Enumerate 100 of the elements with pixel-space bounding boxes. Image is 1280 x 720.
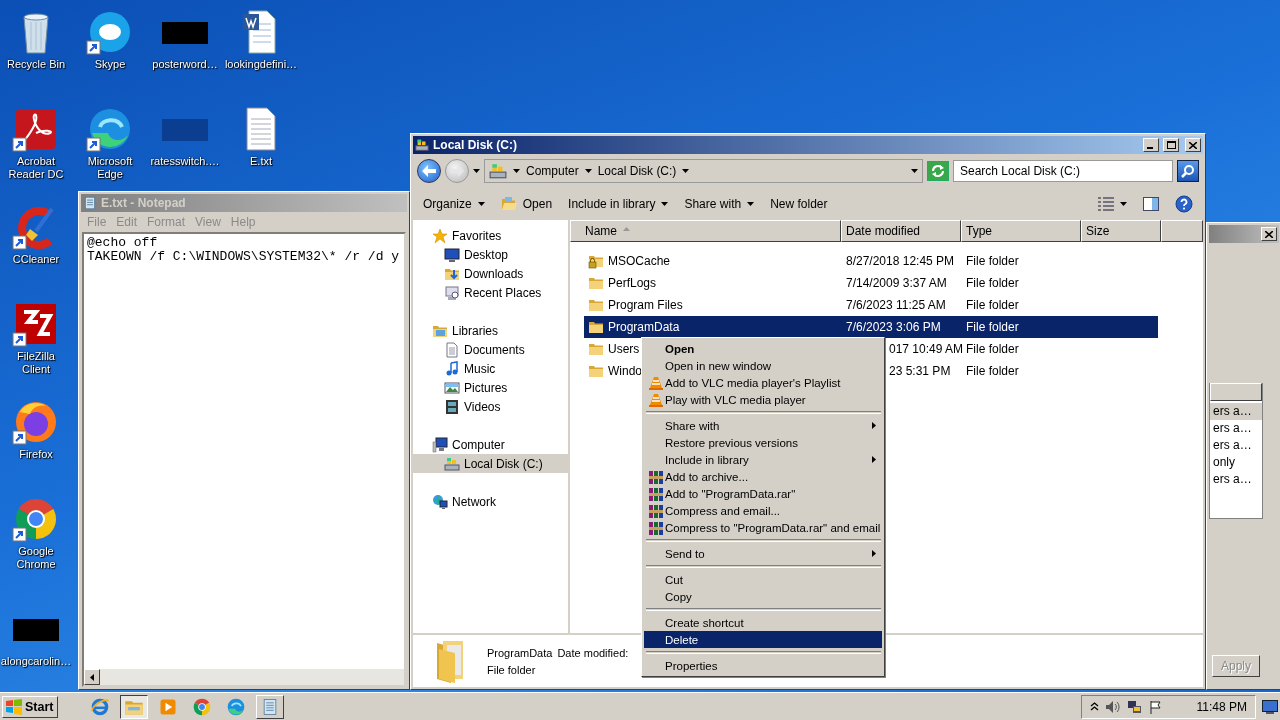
- network-icon[interactable]: [1126, 698, 1143, 715]
- menu-item[interactable]: Properties: [644, 657, 882, 674]
- list-item[interactable]: ers a…: [1210, 471, 1262, 488]
- menu-item[interactable]: Send to: [644, 545, 882, 562]
- toolbar-button[interactable]: Share with: [678, 194, 761, 214]
- list-item[interactable]: ers a…: [1210, 403, 1262, 420]
- file-name[interactable]: Users: [608, 342, 640, 356]
- breadcrumb[interactable]: Local Disk (C:): [597, 164, 677, 178]
- menu-item[interactable]: Share with: [644, 417, 882, 434]
- breadcrumb[interactable]: Computer: [526, 164, 579, 178]
- toolbar-button[interactable]: Open: [494, 193, 559, 215]
- minimize-button[interactable]: [1143, 138, 1159, 152]
- nav-item[interactable]: Desktop: [413, 245, 568, 264]
- icon-label[interactable]: Google Chrome: [4, 545, 68, 571]
- horizontal-scrollbar[interactable]: [84, 669, 404, 685]
- menu-item[interactable]: Compress to "ProgramData.rar" and email: [644, 519, 882, 536]
- column-header[interactable]: Name: [570, 220, 841, 242]
- menu-item[interactable]: Copy: [644, 588, 882, 605]
- icon-label[interactable]: Recycle Bin: [6, 58, 66, 71]
- nav-item[interactable]: Recent Places: [413, 283, 568, 302]
- show-desktop-icon[interactable]: [1262, 699, 1278, 714]
- list-header[interactable]: [1210, 383, 1262, 401]
- file-type: File folder: [966, 276, 1019, 290]
- nav-item[interactable]: Network: [413, 492, 568, 511]
- icon-label[interactable]: posterword…: [152, 58, 218, 71]
- notepad-icon: [83, 196, 97, 210]
- detail-label: Date modified:: [557, 646, 629, 659]
- toolbar-button[interactable]: New folder: [764, 194, 834, 214]
- menu-item[interactable]: Restore previous versions: [644, 434, 882, 451]
- nav-item[interactable]: Videos: [413, 397, 568, 416]
- nav-item[interactable]: Libraries: [413, 321, 568, 340]
- file-name[interactable]: PerfLogs: [608, 276, 657, 290]
- file-name[interactable]: MSOCache: [608, 254, 671, 268]
- folder-icon: [588, 341, 604, 357]
- icon-label[interactable]: alongcarolin…: [0, 655, 72, 668]
- text-line: TAKEOWN /f C:\WINDOWS\SYSTEM32\* /r /d y: [86, 250, 401, 264]
- icon-label[interactable]: FileZilla Client: [4, 350, 68, 376]
- address-bar[interactable]: Computer Local Disk (C:): [484, 159, 923, 183]
- icon-label[interactable]: Firefox: [19, 448, 53, 461]
- menu-item[interactable]: Compress and email...: [644, 502, 882, 519]
- list-item[interactable]: only: [1210, 454, 1262, 471]
- icon-label[interactable]: ratesswitch.…: [150, 155, 220, 168]
- text-area[interactable]: @echo off TAKEOWN /f C:\WINDOWS\SYSTEM32\* /r /d y: [82, 232, 406, 687]
- menu-item[interactable]: Cut: [644, 571, 882, 588]
- search-button[interactable]: [1177, 160, 1199, 182]
- nav-item[interactable]: Pictures: [413, 378, 568, 397]
- icon-label[interactable]: CCleaner: [12, 253, 60, 266]
- nav-item[interactable]: Computer: [413, 435, 568, 454]
- start-button[interactable]: Start: [2, 695, 59, 718]
- list-box[interactable]: ers a… ers a… ers a… only ers a…: [1209, 383, 1263, 519]
- file-name[interactable]: Program Files: [608, 298, 683, 312]
- column-header[interactable]: Date modified: [841, 220, 961, 242]
- menu-item[interactable]: Open in new window: [644, 357, 882, 374]
- icon-label[interactable]: Skype: [94, 58, 126, 71]
- date-modified: 23 5:31 PM: [889, 364, 951, 378]
- refresh-button[interactable]: [927, 161, 949, 181]
- icon-label[interactable]: Microsoft Edge: [78, 155, 142, 181]
- icon-label[interactable]: lookingdefini…: [224, 58, 298, 71]
- network-icon: [432, 493, 448, 510]
- locked-folder-icon: [588, 253, 604, 269]
- list-item[interactable]: ers a…: [1210, 420, 1262, 437]
- menu-item[interactable]: Add to archive...: [644, 468, 882, 485]
- menu-item[interactable]: Create shortcut: [644, 614, 882, 631]
- file-row[interactable]: ProgramData 7/6/2023 3:06 PM File folder: [584, 316, 1158, 338]
- film-icon: [444, 398, 460, 415]
- flag-icon[interactable]: [1148, 699, 1163, 714]
- column-header[interactable]: Size: [1081, 220, 1161, 242]
- list-item[interactable]: ers a…: [1210, 437, 1262, 454]
- caret-icon: [1120, 202, 1127, 206]
- file-name[interactable]: Windo: [608, 364, 642, 378]
- file-name[interactable]: ProgramData: [608, 320, 680, 334]
- nav-item[interactable]: Downloads: [413, 264, 568, 283]
- nav-item[interactable]: Favorites: [413, 226, 568, 245]
- menu-item[interactable]: Add to VLC media player's Playlist: [644, 374, 882, 391]
- chevron-up-icon[interactable]: [1089, 702, 1099, 711]
- back-button[interactable]: [417, 159, 441, 183]
- menu-item[interactable]: Include in library: [644, 451, 882, 468]
- archive-icon: [647, 468, 664, 485]
- drive-icon: [489, 162, 507, 180]
- maximize-button[interactable]: [1163, 138, 1179, 152]
- speaker-icon[interactable]: [1104, 699, 1121, 714]
- icon-label[interactable]: E.txt: [250, 155, 272, 168]
- nav-item[interactable]: Local Disk (C:): [413, 454, 568, 473]
- text-line: @echo off: [86, 236, 159, 250]
- menu-item[interactable]: Play with VLC media player: [644, 391, 882, 408]
- open-folder-icon: [500, 196, 517, 212]
- menu-item[interactable]: Open: [644, 340, 882, 357]
- column-header[interactable]: [1161, 220, 1203, 242]
- menu-item[interactable]: Delete: [644, 631, 882, 648]
- close-button[interactable]: [1185, 138, 1201, 152]
- column-header[interactable]: Type: [961, 220, 1081, 242]
- toolbar-button[interactable]: Include in library: [562, 194, 675, 214]
- search-field[interactable]: Search Local Disk (C:): [953, 160, 1173, 182]
- menu-item[interactable]: Add to "ProgramData.rar": [644, 485, 882, 502]
- nav-item[interactable]: Documents: [413, 340, 568, 359]
- clock[interactable]: 11:48 PM: [1168, 699, 1247, 714]
- picture-icon: [444, 379, 460, 396]
- icon-label[interactable]: Acrobat Reader DC: [4, 155, 68, 181]
- nav-item[interactable]: Music: [413, 359, 568, 378]
- toolbar-button[interactable]: Organize: [417, 194, 491, 214]
